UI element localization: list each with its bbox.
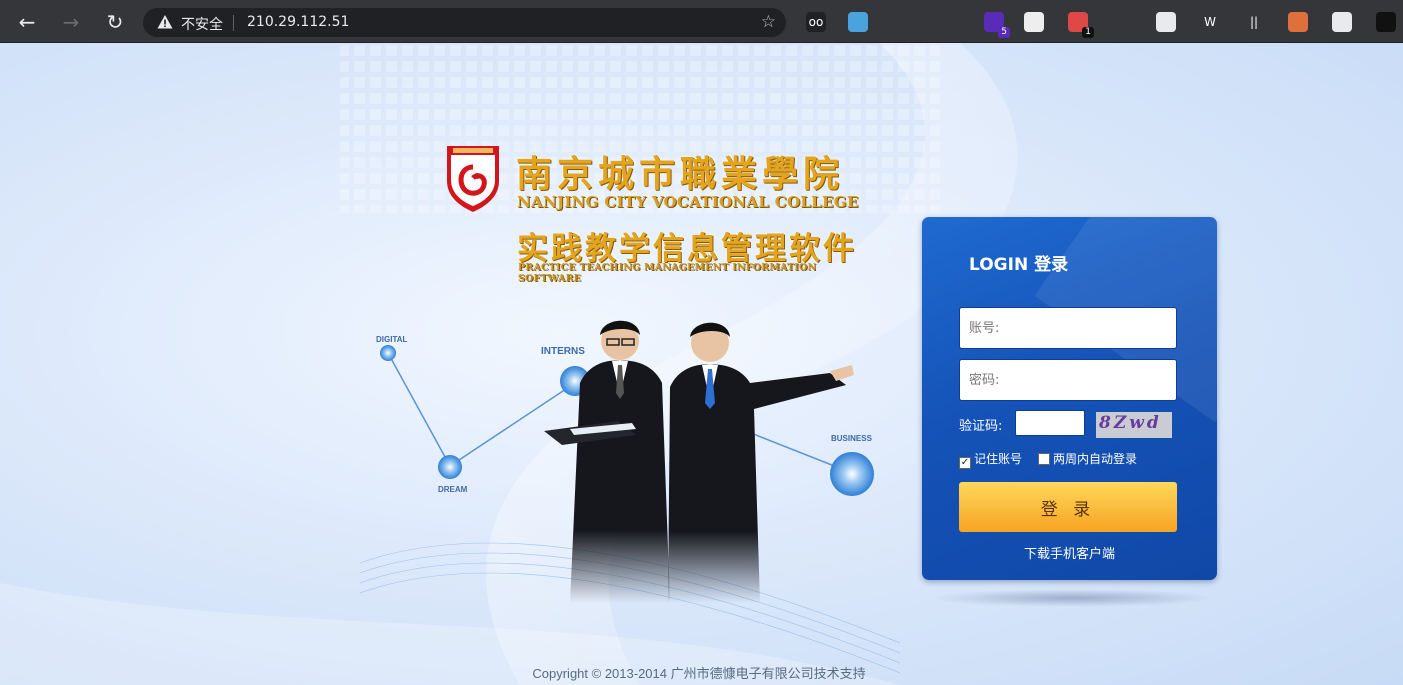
omnibox-divider	[233, 15, 234, 31]
remember-account-option[interactable]: ✓ 记住账号	[959, 450, 1022, 469]
window-extension-icon[interactable]	[1332, 12, 1352, 32]
college-emblem-icon	[447, 146, 499, 212]
hat-extension-icon[interactable]	[1112, 12, 1132, 32]
forward-arrow-icon[interactable]: →	[57, 8, 85, 36]
qr-extension-icon[interactable]	[1024, 12, 1044, 32]
login-button[interactable]: 登 录	[959, 482, 1177, 532]
college-name-cn: 南京城市職業學院	[516, 153, 845, 195]
url-text[interactable]: 210.29.112.51	[247, 14, 349, 30]
security-label[interactable]: 不安全	[181, 14, 223, 34]
remember-account-label: 记住账号	[974, 452, 1023, 466]
download-app-link[interactable]: 下载手机客户端	[922, 543, 1217, 562]
college-name-en: NANJING CITY VOCATIONAL COLLEGE	[517, 193, 859, 211]
tag-extension-icon[interactable]: 1	[1068, 12, 1094, 38]
copyright-text: Copyright © 2013-2014 广州市德慷电子有限公司技术支持	[532, 666, 866, 681]
login-title: LOGIN 登录	[969, 255, 1069, 275]
auto-login-label: 两周内自动登录	[1053, 452, 1138, 466]
w-extension-icon[interactable]: W	[1200, 12, 1220, 32]
auto-login-option[interactable]: 两周内自动登录	[1038, 450, 1137, 467]
extension-badge: 5	[998, 27, 1010, 38]
purple-extension-icon[interactable]: 5	[984, 12, 1010, 38]
circle-extension-icon[interactable]	[848, 12, 868, 32]
browser-toolbar: ← → ↻ 不安全 210.29.112.51 ☆ oo 5 1 W ||	[0, 0, 1403, 43]
eye-extension-icon[interactable]	[892, 12, 912, 32]
back-arrow-icon[interactable]: ←	[13, 8, 41, 36]
remember-account-checkbox[interactable]: ✓	[959, 457, 971, 469]
account-input[interactable]	[959, 307, 1177, 349]
login-panel: LOGIN 登录 验证码: 8Zwd ✓记住账号 两周内自动登录 登 录 下载手…	[922, 217, 1217, 580]
reload-icon[interactable]: ↻	[101, 8, 129, 36]
captcha-label: 验证码:	[959, 419, 1003, 434]
face-extension-icon[interactable]	[1156, 12, 1176, 32]
node-label-digital: DIGITAL	[376, 335, 408, 344]
mascot-extension-icon[interactable]	[1288, 12, 1308, 32]
extension-badge: 1	[1082, 27, 1094, 38]
captcha-image[interactable]: 8Zwd	[1096, 412, 1172, 438]
system-name-en: PRACTICE TEACHING MANAGEMENT INFORMATION…	[518, 262, 817, 284]
business-people-illustration	[544, 320, 854, 603]
sunglasses-extension-icon[interactable]: oo	[806, 12, 826, 32]
auto-login-checkbox[interactable]	[1038, 453, 1050, 465]
square-extension-icon[interactable]	[1376, 12, 1396, 32]
captcha-text: 8Zwd	[1099, 413, 1162, 433]
bookmark-star-icon[interactable]: ☆	[761, 12, 776, 32]
password-input[interactable]	[959, 359, 1177, 401]
bars-extension-icon[interactable]: ||	[1244, 12, 1264, 32]
address-bar[interactable]: 不安全 210.29.112.51 ☆	[143, 8, 786, 37]
node-label-dream: DREAM	[438, 485, 468, 494]
login-panel-shadow	[930, 589, 1215, 607]
login-page: DIGITAL INTERNS DREAM BUSINESS 南京城市職業學院 …	[0, 43, 1403, 685]
warning-icon	[157, 15, 173, 29]
captcha-input[interactable]	[1015, 410, 1085, 436]
pin-extension-icon[interactable]	[936, 12, 956, 32]
